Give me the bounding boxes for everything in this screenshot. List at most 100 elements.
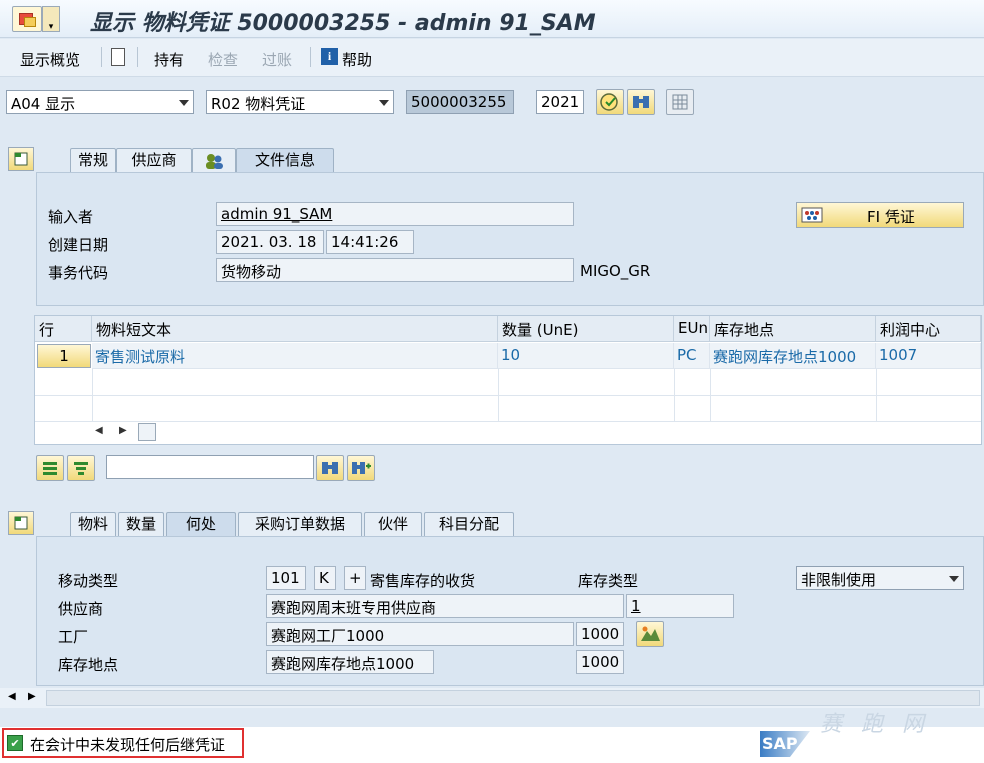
- tab-partner[interactable]: 伙伴: [364, 512, 422, 536]
- scroll-left-icon[interactable]: ◀: [8, 691, 16, 702]
- hold-button[interactable]: 持有: [154, 49, 184, 70]
- year-field[interactable]: 2021: [536, 90, 584, 114]
- reference-select-value: R02 物料凭证: [211, 95, 306, 113]
- tcode-desc-field: 货物移动: [216, 258, 574, 282]
- movement-type-label: 移动类型: [58, 572, 119, 590]
- header-panel: [36, 172, 984, 306]
- doc-number-field[interactable]: 5000003255: [406, 90, 514, 114]
- col-divider: [498, 369, 499, 421]
- movement-indicator-field: +: [344, 566, 366, 590]
- vendor-name-field: 赛跑网周末班专用供应商: [266, 594, 624, 618]
- tab-po-data[interactable]: 采购订单数据: [238, 512, 362, 536]
- toolbar-divider: [310, 47, 311, 67]
- storage-location-name-field: 赛跑网库存地点1000: [266, 650, 434, 674]
- action-select[interactable]: A04 显示: [6, 90, 194, 114]
- tab-vendor[interactable]: 供应商: [116, 148, 192, 172]
- tab-where[interactable]: 何处: [166, 512, 236, 536]
- reference-select[interactable]: R02 物料凭证: [206, 90, 394, 114]
- toolbar-divider: [137, 47, 138, 67]
- fi-document-icon: [801, 207, 823, 223]
- movement-type-field: 101: [266, 566, 306, 590]
- row-text-cell[interactable]: 寄售测试原料: [92, 343, 498, 369]
- chevron-down-icon: [949, 576, 959, 582]
- row-qty-cell[interactable]: 10: [498, 343, 674, 369]
- binoculars-icon[interactable]: [627, 89, 655, 115]
- stock-type-label: 库存类型: [578, 572, 639, 590]
- scroll-track[interactable]: [46, 690, 980, 706]
- column-header-profit[interactable]: 利润中心: [876, 316, 981, 342]
- status-message: 在会计中未发现任何后继凭证: [30, 736, 226, 754]
- storage-location-label: 库存地点: [58, 656, 119, 674]
- tcode-label: 事务代码: [48, 264, 109, 282]
- system-menu-icon[interactable]: [12, 6, 42, 32]
- help-button[interactable]: 帮助: [342, 49, 372, 70]
- row-unit-cell[interactable]: PC: [674, 343, 710, 369]
- column-header-line[interactable]: 行: [35, 316, 92, 342]
- collapse-header-icon[interactable]: [8, 147, 34, 171]
- row-divider: [35, 421, 981, 422]
- created-date-field: 2021. 03. 18: [216, 230, 324, 254]
- tab-general[interactable]: 常规: [70, 148, 116, 172]
- overview-button[interactable]: 显示概览: [20, 49, 80, 70]
- storage-location-code-field: 1000: [576, 650, 624, 674]
- row-line-button[interactable]: 1: [37, 344, 91, 368]
- new-document-icon[interactable]: [111, 48, 125, 66]
- scroll-right-icon[interactable]: ▶: [119, 425, 127, 436]
- tab-account-assignment[interactable]: 科目分配: [424, 512, 514, 536]
- row-profit-cell[interactable]: 1007: [876, 343, 981, 369]
- column-header-sloc[interactable]: 库存地点: [710, 316, 876, 342]
- column-header-unit[interactable]: EUn: [674, 316, 710, 342]
- scroll-right-icon[interactable]: ▶: [28, 691, 36, 702]
- column-header-text[interactable]: 物料短文本: [92, 316, 498, 342]
- window-title: 显示 物料凭证 5000003255 - admin 91_SAM: [90, 11, 596, 36]
- find-next-icon[interactable]: [347, 455, 375, 481]
- tab-material[interactable]: 物料: [70, 512, 116, 536]
- col-divider: [710, 369, 711, 421]
- horizontal-scroll-thumb[interactable]: [138, 423, 156, 441]
- special-stock-field: K: [314, 566, 336, 590]
- tab-partners[interactable]: [192, 148, 236, 172]
- fi-document-label: FI 凭证: [867, 208, 915, 226]
- chevron-down-icon: [379, 100, 389, 106]
- info-icon[interactable]: i: [321, 48, 338, 65]
- entered-by-field: admin 91_SAM: [216, 202, 574, 226]
- row-sloc-cell[interactable]: 赛跑网库存地点1000: [710, 343, 876, 369]
- plant-overview-icon[interactable]: [636, 621, 664, 647]
- col-divider: [876, 369, 877, 421]
- plant-label: 工厂: [58, 628, 89, 646]
- fi-document-button[interactable]: FI 凭证: [796, 202, 964, 228]
- movement-description: 寄售库存的收货: [370, 572, 476, 590]
- stock-type-value: 非限制使用: [801, 571, 877, 589]
- check-button[interactable]: 检查: [208, 49, 238, 70]
- table-search-input[interactable]: [106, 455, 314, 479]
- tab-quantity[interactable]: 数量: [118, 512, 164, 536]
- page-scrollbar[interactable]: ◀ ▶: [0, 688, 984, 708]
- grid-icon[interactable]: [666, 89, 694, 115]
- toolbar-divider: [101, 47, 102, 67]
- row-divider: [35, 395, 981, 396]
- scroll-left-icon[interactable]: ◀: [95, 425, 103, 436]
- chevron-down-icon: [179, 100, 189, 106]
- col-divider: [674, 369, 675, 421]
- find-icon[interactable]: [316, 455, 344, 481]
- success-check-icon: ✔: [7, 735, 23, 751]
- post-button[interactable]: 过账: [262, 49, 292, 70]
- menu-arrow-icon[interactable]: ▾: [42, 6, 60, 32]
- tcode-value: MIGO_GR: [580, 262, 651, 280]
- entered-by-label: 输入者: [48, 208, 94, 226]
- select-all-icon[interactable]: [36, 455, 64, 481]
- tab-doc-info[interactable]: 文件信息: [236, 148, 334, 172]
- execute-icon[interactable]: [596, 89, 624, 115]
- column-header-qty[interactable]: 数量 (UnE): [498, 316, 674, 342]
- plant-name-field: 赛跑网工厂1000: [266, 622, 574, 646]
- watermark-text: 赛 跑 网: [820, 712, 930, 737]
- created-date-label: 创建日期: [48, 236, 109, 254]
- stock-type-select[interactable]: 非限制使用: [796, 566, 964, 590]
- items-table: 行 物料短文本 数量 (UnE) EUn 库存地点 利润中心 1 寄售测试原料 …: [34, 315, 982, 445]
- deselect-all-icon[interactable]: [67, 455, 95, 481]
- application-toolbar: 显示概览 持有 检查 过账 i 帮助: [0, 39, 984, 77]
- plant-code-field: 1000: [576, 622, 624, 646]
- col-divider: [92, 369, 93, 421]
- created-time-field: 14:41:26: [326, 230, 414, 254]
- collapse-detail-icon[interactable]: [8, 511, 34, 535]
